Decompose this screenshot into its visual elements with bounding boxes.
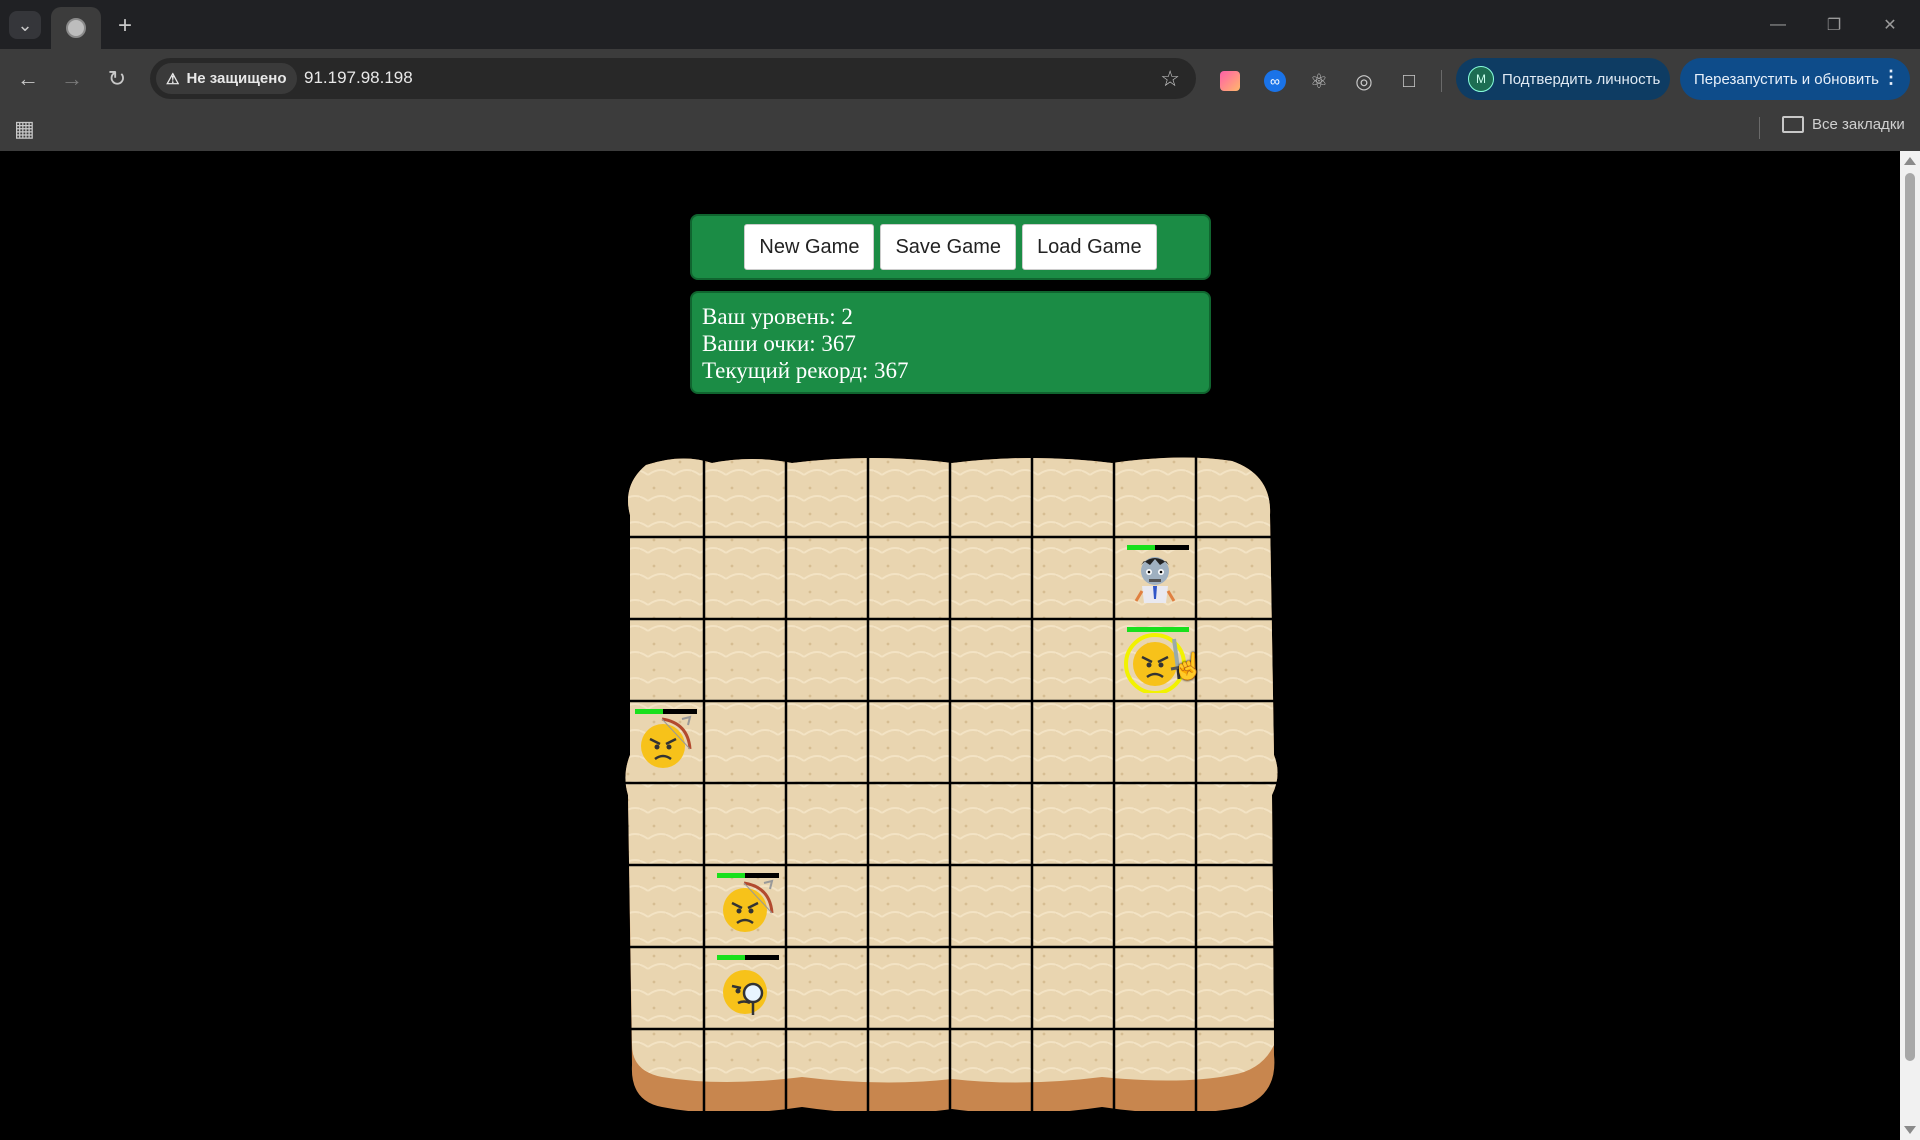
health-bar xyxy=(1127,545,1189,550)
scroll-thumb[interactable] xyxy=(1905,173,1915,1061)
scroll-down-icon[interactable] xyxy=(1904,1126,1916,1134)
tab-search-button[interactable]: ⌄ xyxy=(9,11,41,39)
health-bar-fill xyxy=(1127,627,1189,632)
extensions-puzzle-icon[interactable]: □ xyxy=(1397,69,1421,93)
unit-bowman[interactable] xyxy=(630,703,697,773)
folder-icon xyxy=(1782,116,1804,133)
relaunch-update-button[interactable]: Перезапустить и обновить ⋮ xyxy=(1680,58,1910,100)
security-chip[interactable]: ⚠ Не защищено xyxy=(156,63,297,94)
health-bar-fill xyxy=(717,873,745,878)
tab-strip: ⌄ + — ❐ ✕ xyxy=(0,0,1920,49)
health-bar-fill xyxy=(635,709,663,714)
relaunch-label: Перезапустить и обновить xyxy=(1694,70,1879,88)
extension-react-icon[interactable]: ⚛ xyxy=(1307,69,1331,93)
health-bar-fill xyxy=(717,955,745,960)
bookmark-star-icon[interactable]: ☆ xyxy=(1160,66,1180,92)
health-bar xyxy=(717,873,779,878)
globe-icon xyxy=(66,18,86,38)
new-tab-button[interactable]: + xyxy=(109,10,141,42)
apps-grid-icon[interactable]: ▦ xyxy=(14,116,35,142)
bowman-icon xyxy=(723,879,774,932)
extension-infinity-icon[interactable]: ∞ xyxy=(1263,69,1287,93)
all-bookmarks-button[interactable]: Все закладки xyxy=(1782,116,1905,133)
security-label: Не защищено xyxy=(186,70,287,87)
health-bar-fill xyxy=(1127,545,1155,550)
new-game-button[interactable]: New Game xyxy=(744,224,875,270)
health-bar xyxy=(1127,627,1189,632)
reload-icon[interactable]: ↻ xyxy=(102,64,132,94)
all-bookmarks-label: Все закладки xyxy=(1812,116,1905,133)
url-text: 91.197.98.198 xyxy=(304,68,413,87)
game-controls-panel: New Game Save Game Load Game xyxy=(690,214,1211,280)
tab-active[interactable] xyxy=(51,7,101,49)
warning-icon: ⚠ xyxy=(166,70,180,88)
health-bar xyxy=(635,709,697,714)
forward-icon[interactable]: → xyxy=(57,64,87,94)
minimize-icon[interactable]: — xyxy=(1758,10,1798,40)
extension-gradient-icon[interactable] xyxy=(1218,69,1242,93)
browser-chrome: ⌄ + — ❐ ✕ ← → ↻ ⚠ Не защищено 91.197.98.… xyxy=(0,0,1920,151)
verify-identity-label: Подтвердить личность xyxy=(1502,70,1661,88)
magician-icon xyxy=(723,970,767,1015)
bookmarks-divider xyxy=(1759,117,1760,139)
avatar: M xyxy=(1468,66,1494,92)
menu-dots-icon[interactable]: ⋮ xyxy=(1882,67,1900,88)
back-icon[interactable]: ← xyxy=(13,64,43,94)
toolbar-divider xyxy=(1441,70,1442,92)
unit-magician[interactable] xyxy=(712,949,779,1019)
zombie-icon xyxy=(1134,557,1176,603)
health-bar xyxy=(717,955,779,960)
extension-target-icon[interactable]: ◎ xyxy=(1352,69,1376,93)
load-game-button[interactable]: Load Game xyxy=(1022,224,1157,270)
unit-bowman[interactable] xyxy=(712,867,779,937)
verify-identity-button[interactable]: M Подтвердить личность xyxy=(1456,58,1670,100)
page-scrollbar[interactable] xyxy=(1900,151,1920,1140)
hand-cursor-icon: ☝ xyxy=(1172,651,1205,681)
score-text: Ваши очки: 367 xyxy=(702,331,856,356)
level-text: Ваш уровень: 2 xyxy=(702,304,853,329)
bowman-icon xyxy=(641,715,692,768)
scroll-up-icon[interactable] xyxy=(1904,157,1916,165)
stats-panel: Ваш уровень: 2 Ваши очки: 367 Текущий ре… xyxy=(690,291,1211,394)
record-text: Текущий рекорд: 367 xyxy=(702,358,909,383)
close-window-icon[interactable]: ✕ xyxy=(1870,10,1910,40)
restore-icon[interactable]: ❐ xyxy=(1814,10,1854,40)
unit-undead[interactable] xyxy=(1122,539,1189,609)
bookmarks-bar: ▦ Все закладки xyxy=(0,108,1920,151)
address-bar[interactable]: ⚠ Не защищено 91.197.98.198 ☆ xyxy=(150,58,1196,99)
save-game-button[interactable]: Save Game xyxy=(880,224,1017,270)
game-board[interactable]: ☝ xyxy=(622,455,1278,1111)
